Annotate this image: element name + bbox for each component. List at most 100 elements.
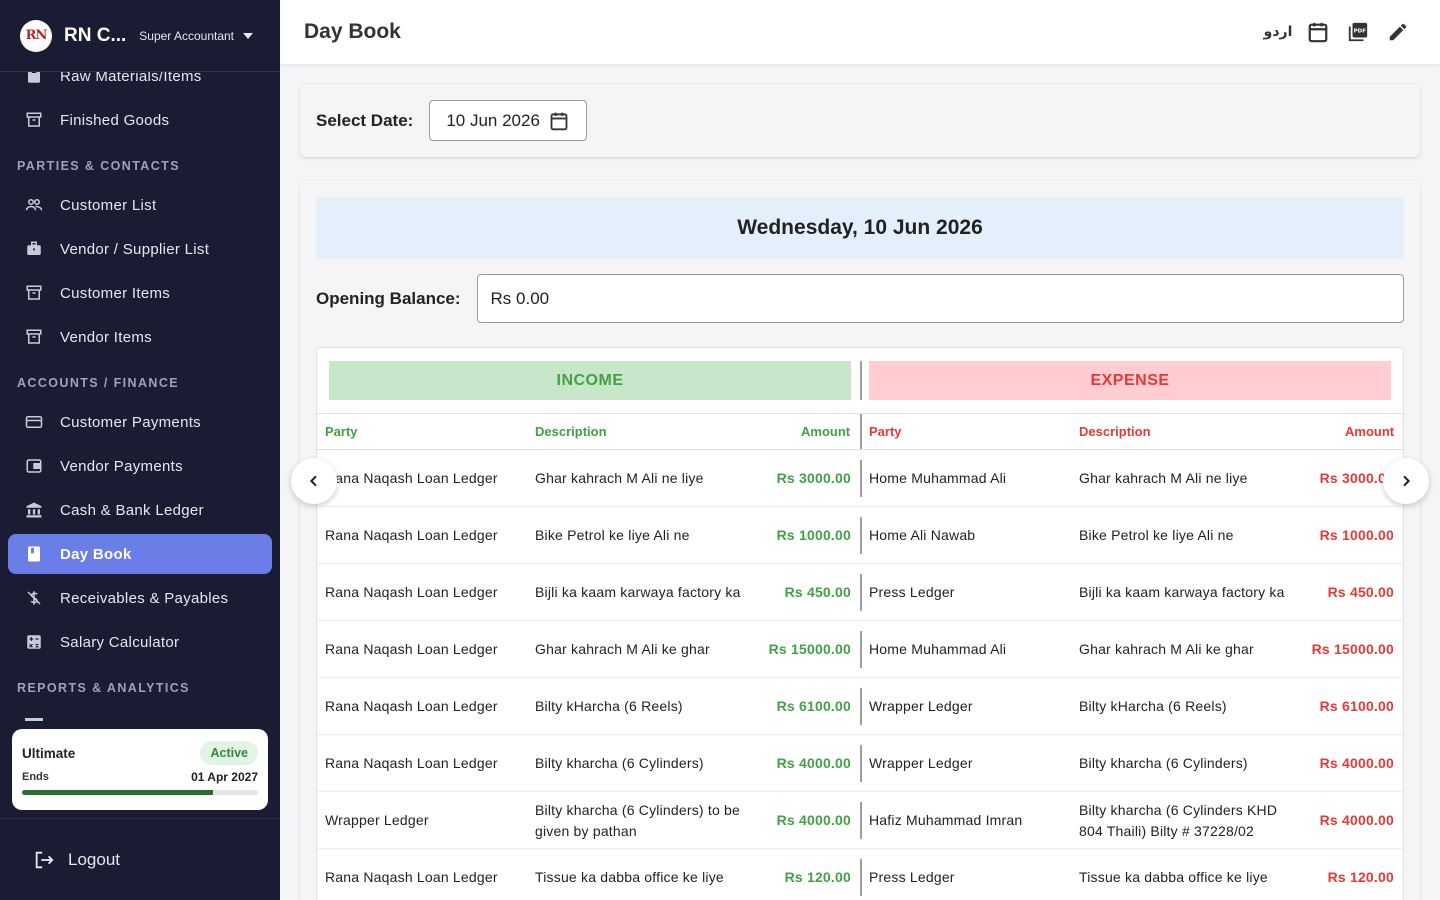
wallet-icon <box>25 457 43 475</box>
column-header-income-amount: Amount <box>801 424 851 439</box>
scroll-left-button[interactable] <box>291 458 337 504</box>
table-row[interactable]: Rana Naqash Loan Ledger Bike Petrol ke li… <box>317 507 1403 564</box>
expense-party-cell: Home Ali Nawab <box>869 527 976 543</box>
bank-icon <box>25 501 43 519</box>
income-amount-cell: Rs 4000.00 <box>776 812 851 828</box>
column-header-income-party: Party <box>325 424 358 439</box>
opening-balance-label: Opening Balance: <box>316 288 461 308</box>
section-label-reports: REPORTS & ANALYTICS <box>17 681 190 695</box>
sidebar-item-label: Day Book <box>60 545 132 563</box>
sidebar-item-customer-list[interactable]: Customer List <box>8 185 272 225</box>
caret-down-icon <box>243 32 254 39</box>
expense-party-cell: Press Ledger <box>869 869 955 885</box>
table-row[interactable]: Rana Naqash Loan Ledger Ghar kahrach M Al… <box>317 621 1403 678</box>
sidebar-item-salary-calculator[interactable]: Salary Calculator <box>8 622 272 662</box>
credit-card-icon <box>25 413 43 431</box>
expense-party-cell: Wrapper Ledger <box>869 698 973 714</box>
date-picker-input[interactable]: 10 Jun 2026 <box>429 100 588 141</box>
partial-nav-icon <box>25 718 43 721</box>
expense-description-cell: Bijli ka kaam karwaya factory ka <box>1079 584 1285 600</box>
income-party-cell: Rana Naqash Loan Ledger <box>325 641 498 657</box>
income-amount-cell: Rs 6100.00 <box>776 698 851 714</box>
expense-amount-cell: Rs 4000.00 <box>1319 755 1394 771</box>
select-date-label: Select Date: <box>316 110 414 130</box>
income-description-cell: Tissue ka dabba office ke liye <box>535 869 724 885</box>
income-amount-cell: Rs 450.00 <box>784 584 851 600</box>
chevron-left-icon <box>309 475 317 487</box>
svg-text:PDF: PDF <box>1354 28 1367 34</box>
pdf-export-button[interactable]: PDF <box>1338 18 1378 46</box>
income-description-cell: Bilty kharcha (6 Cylinders) <box>535 755 704 771</box>
column-divider <box>860 517 862 554</box>
table-row[interactable]: Rana Naqash Loan Ledger Bijli ka kaam kar… <box>317 564 1403 621</box>
page-title: Day Book <box>304 20 401 43</box>
expense-amount-cell: Rs 1000.00 <box>1319 527 1394 543</box>
expense-description-cell: Ghar kahrach M Ali ke ghar <box>1079 641 1254 657</box>
plan-progress-bar <box>22 790 258 795</box>
sidebar-item-label: Customer Payments <box>60 413 201 431</box>
calendar-button[interactable] <box>1298 18 1338 46</box>
section-label-finance: ACCOUNTS / FINANCE <box>17 376 180 390</box>
sidebar-item-vendor-list[interactable]: Vendor / Supplier List <box>8 229 272 269</box>
sidebar-item-label: Salary Calculator <box>60 633 180 651</box>
expense-description-cell: Bilty kharcha (6 Cylinders KHD 804 Thail… <box>1079 801 1278 839</box>
scroll-right-button[interactable] <box>1383 458 1429 504</box>
edit-button[interactable] <box>1378 18 1418 46</box>
opening-balance-field[interactable]: Rs 0.00 <box>476 274 1404 323</box>
sidebar-item-label: Vendor Items <box>60 328 152 346</box>
expense-description-cell: Ghar kahrach M Ali ne liye <box>1079 470 1248 486</box>
plan-ends-label: Ends <box>22 771 49 783</box>
table-row[interactable]: Rana Naqash Loan Ledger Ghar kahrach M Al… <box>317 450 1403 507</box>
expense-description-cell: Bike Petrol ke liye Ali ne <box>1079 527 1234 543</box>
company-logo[interactable]: RN <box>20 19 52 52</box>
sidebar-item-receivables-payables[interactable]: Receivables & Payables <box>8 578 272 618</box>
role-selector[interactable]: Super Accountant <box>139 29 254 43</box>
income-amount-cell: Rs 4000.00 <box>776 755 851 771</box>
calculator-icon <box>25 633 43 651</box>
subscription-card: Ultimate Active Ends 01 Apr 2027 <box>12 729 268 810</box>
column-divider <box>860 745 862 782</box>
income-amount-cell: Rs 1000.00 <box>776 527 851 543</box>
income-party-cell: Rana Naqash Loan Ledger <box>325 470 498 486</box>
plan-progress-fill <box>22 790 214 795</box>
expense-amount-cell: Rs 450.00 <box>1327 584 1394 600</box>
income-description-cell: Ghar kahrach M Ali ke ghar <box>535 641 710 657</box>
table-row[interactable]: Rana Naqash Loan Ledger Bilty kHarcha (6 … <box>317 678 1403 735</box>
expense-amount-cell: Rs 15000.00 <box>1311 641 1394 657</box>
pdf-icon: PDF <box>1348 22 1368 42</box>
sidebar: RN RN C... Super Accountant Raw Material… <box>0 0 280 900</box>
income-party-cell: Rana Naqash Loan Ledger <box>325 698 498 714</box>
income-description-cell: Ghar kahrach M Ali ne liye <box>535 470 704 486</box>
sidebar-item-label: Vendor Payments <box>60 457 183 475</box>
sidebar-item-finished-goods[interactable]: Finished Goods <box>8 100 272 140</box>
sidebar-item-day-book[interactable]: Day Book <box>8 534 272 574</box>
section-label-parties: PARTIES & CONTACTS <box>17 159 180 173</box>
expense-amount-cell: Rs 4000.00 <box>1319 812 1394 828</box>
archive-icon <box>25 284 43 302</box>
table-row[interactable]: Rana Naqash Loan Ledger Tissue ka dabba o… <box>317 849 1403 900</box>
money-off-icon <box>25 589 43 607</box>
expense-description-cell: Tissue ka dabba office ke liye <box>1079 869 1268 885</box>
income-description-cell: Bilty kHarcha (6 Reels) <box>535 698 683 714</box>
sidebar-item-vendor-payments[interactable]: Vendor Payments <box>8 446 272 486</box>
day-title: Wednesday, 10 Jun 2026 <box>316 198 1404 258</box>
plan-ends-date: 01 Apr 2027 <box>191 770 258 784</box>
expense-party-cell: Home Muhammad Ali <box>869 470 1007 486</box>
logout-button[interactable]: Logout <box>0 818 280 900</box>
sidebar-item-customer-items[interactable]: Customer Items <box>8 273 272 313</box>
column-header-expense-amount: Amount <box>1345 424 1395 439</box>
table-row[interactable]: Rana Naqash Loan Ledger Bilty kharcha (6 … <box>317 735 1403 792</box>
opening-balance-row: Opening Balance: Rs 0.00 <box>316 274 1404 323</box>
sidebar-item-vendor-items[interactable]: Vendor Items <box>8 317 272 357</box>
sidebar-item-customer-payments[interactable]: Customer Payments <box>8 402 272 442</box>
expense-party-cell: Hafiz Muhammad Imran <box>869 812 1023 828</box>
table-row[interactable]: Wrapper Ledger Bilty kharcha (6 Cylinders… <box>317 792 1403 849</box>
income-party-cell: Rana Naqash Loan Ledger <box>325 869 498 885</box>
company-name[interactable]: RN C... <box>64 25 126 47</box>
sidebar-item-cash-bank-ledger[interactable]: Cash & Bank Ledger <box>8 490 272 530</box>
column-header-income-description: Description <box>535 424 607 439</box>
expense-description-cell: Bilty kHarcha (6 Reels) <box>1079 698 1227 714</box>
date-value: 10 Jun 2026 <box>446 110 540 130</box>
sidebar-item-label: Customer Items <box>60 284 171 302</box>
language-toggle-button[interactable]: اردو <box>1258 18 1298 46</box>
